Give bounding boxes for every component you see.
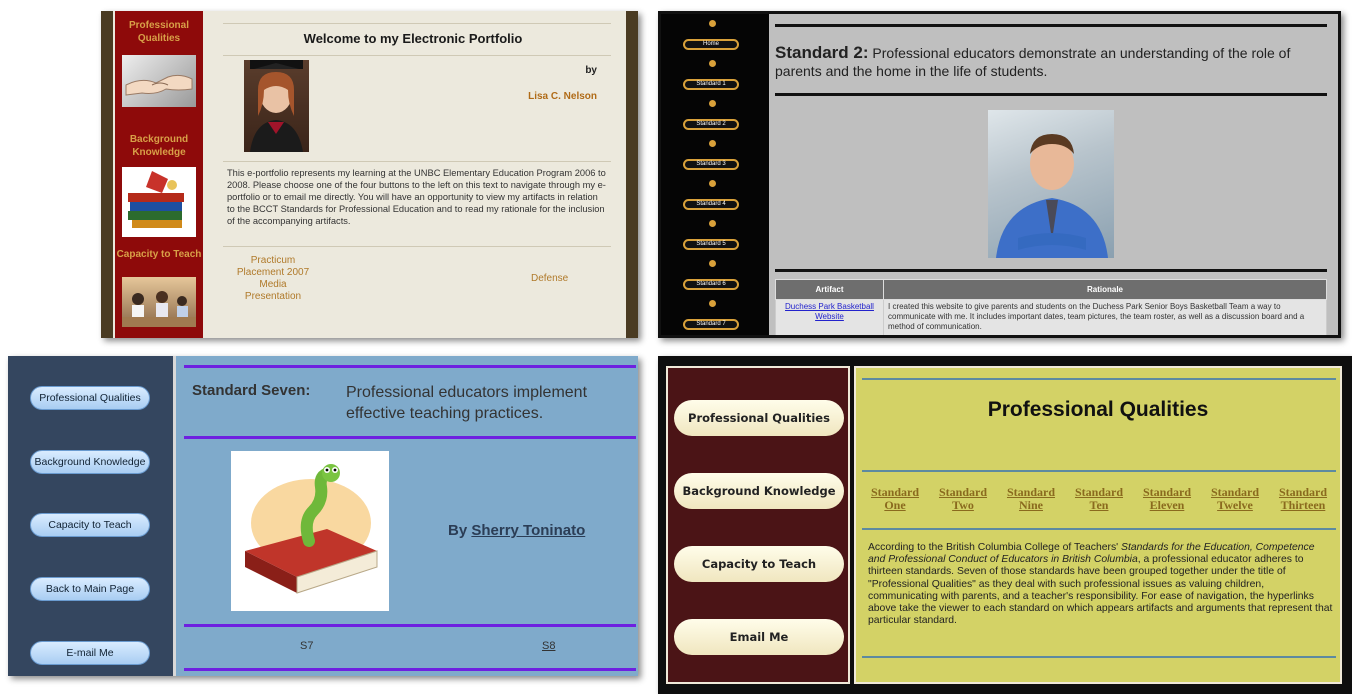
rationale-cell: I created this website to give parents a… (883, 299, 1327, 335)
nav-standard-4[interactable]: Standard 4 (683, 199, 739, 210)
divider (184, 624, 636, 627)
portfolio-panel-nelson: Professional Qualities Background Knowle… (101, 11, 638, 338)
main-content: Professional Qualities Standard One Stan… (854, 366, 1342, 684)
nav-standard-3[interactable]: Standard 3 (683, 159, 739, 170)
by-label: By (448, 522, 468, 539)
divider (862, 528, 1336, 530)
divider (862, 470, 1336, 472)
bullet-icon (709, 20, 716, 27)
description-text: According to the British Columbia Colleg… (868, 542, 1334, 627)
sidebar-nav: Home Standard 1 Standard 2 Standard 3 St… (661, 14, 769, 335)
capacity-to-teach-button[interactable]: Capacity to Teach (674, 546, 844, 582)
table-header-row: Artifact Rationale (775, 279, 1327, 300)
nav-standard-6[interactable]: Standard 6 (683, 279, 739, 290)
nav-standard-2[interactable]: Standard 2 (683, 119, 739, 130)
standard-heading: Standard 2: Professional educators demon… (775, 44, 1325, 80)
bookworm-image (231, 451, 389, 611)
page-title: Welcome to my Electronic Portfolio (303, 31, 523, 46)
author-link[interactable]: Sherry Toninato (471, 522, 585, 539)
books-image[interactable] (122, 167, 196, 237)
portfolio-panel-standard-7: Professional Qualities Background Knowle… (8, 356, 638, 676)
nav-home[interactable]: Home (683, 39, 739, 50)
sidebar-item-capacity-to-teach[interactable]: Capacity to Teach (115, 248, 203, 261)
sidebar: Professional Qualities Background Knowle… (8, 356, 176, 676)
divider (775, 269, 1327, 272)
divider (223, 55, 611, 56)
bullet-icon (709, 60, 716, 67)
sidebar: Professional Qualities Background Knowle… (115, 11, 203, 338)
bullet-icon (709, 100, 716, 107)
standard-label: Standard 2: (775, 43, 869, 62)
divider (223, 23, 611, 24)
sidebar: Professional Qualities Background Knowle… (666, 366, 850, 684)
nav-standard-5[interactable]: Standard 5 (683, 239, 739, 250)
artifact-link[interactable]: Duchess Park Basketball Website (775, 299, 884, 335)
standard-one-link[interactable]: Standard One (866, 486, 924, 512)
bullet-icon (709, 260, 716, 267)
table-row: Duchess Park Basketball Website I create… (775, 299, 1327, 335)
author-photo (988, 110, 1114, 258)
divider (862, 378, 1336, 380)
handshake-image[interactable] (122, 55, 196, 107)
standard-two-link[interactable]: Standard Two (934, 486, 992, 512)
author-photo (244, 60, 309, 152)
page-title: Professional Qualities (987, 398, 1209, 421)
defense-link[interactable]: Defense (531, 273, 568, 284)
standard-description: Professional educators implement effecti… (346, 384, 588, 422)
divider (184, 436, 636, 439)
column-header: Rationale (883, 279, 1327, 300)
divider (862, 656, 1336, 658)
capacity-to-teach-button[interactable]: Capacity to Teach (30, 513, 150, 537)
classroom-image[interactable] (122, 277, 196, 327)
byline: By Sherry Toninato (448, 522, 585, 539)
portfolio-panel-standard-2: Home Standard 1 Standard 2 Standard 3 St… (658, 11, 1341, 338)
back-to-main-button[interactable]: Back to Main Page (30, 577, 150, 601)
intro-text: This e-portfolio represents my learning … (227, 168, 606, 226)
bullet-icon (709, 220, 716, 227)
sidebar-item-professional-qualities[interactable]: Professional Qualities (115, 19, 203, 45)
column-header: Artifact (775, 279, 884, 300)
nav-standard-7[interactable]: Standard 7 (683, 319, 739, 330)
standard-8-link[interactable]: S8 (542, 640, 555, 652)
nav-standard-1[interactable]: Standard 1 (683, 79, 739, 90)
professional-qualities-button[interactable]: Professional Qualities (674, 400, 844, 436)
email-button[interactable]: Email Me (674, 619, 844, 655)
divider (223, 246, 611, 247)
background-knowledge-button[interactable]: Background Knowledge (30, 450, 150, 474)
background-knowledge-button[interactable]: Background Knowledge (674, 473, 844, 509)
bullet-icon (709, 300, 716, 307)
divider (223, 161, 611, 162)
portfolio-panel-professional-qualities: Professional Qualities Background Knowle… (658, 356, 1352, 694)
bullet-icon (709, 140, 716, 147)
divider (184, 668, 636, 671)
email-button[interactable]: E-mail Me (30, 641, 150, 665)
standard-label: Standard Seven: (192, 382, 311, 399)
divider (775, 24, 1327, 27)
sidebar-item-background-knowledge[interactable]: Background Knowledge (115, 133, 203, 159)
main-content: Welcome to my Electronic Portfolio by Li… (213, 11, 613, 338)
professional-qualities-button[interactable]: Professional Qualities (30, 386, 150, 410)
standard-nine-link[interactable]: Standard Nine (1002, 486, 1060, 512)
description-intro: According to the British Columbia Colleg… (868, 542, 1122, 553)
bullet-icon (709, 180, 716, 187)
standard-twelve-link[interactable]: Standard Twelve (1206, 486, 1264, 512)
practicum-presentation-link[interactable]: Practicum Placement 2007 Media Presentat… (233, 255, 313, 303)
standard-eleven-link[interactable]: Standard Eleven (1138, 486, 1196, 512)
standard-ten-link[interactable]: Standard Ten (1070, 486, 1128, 512)
standard-thirteen-link[interactable]: Standard Thirteen (1274, 486, 1332, 512)
divider (184, 365, 636, 368)
by-label: by (585, 65, 597, 76)
divider (775, 93, 1327, 96)
standards-links: Standard One Standard Two Standard Nine … (866, 486, 1332, 512)
author-name: Lisa C. Nelson (528, 91, 597, 102)
standard-7-link[interactable]: S7 (300, 640, 313, 652)
artifact-table: Artifact Rationale Duchess Park Basketba… (775, 279, 1327, 335)
